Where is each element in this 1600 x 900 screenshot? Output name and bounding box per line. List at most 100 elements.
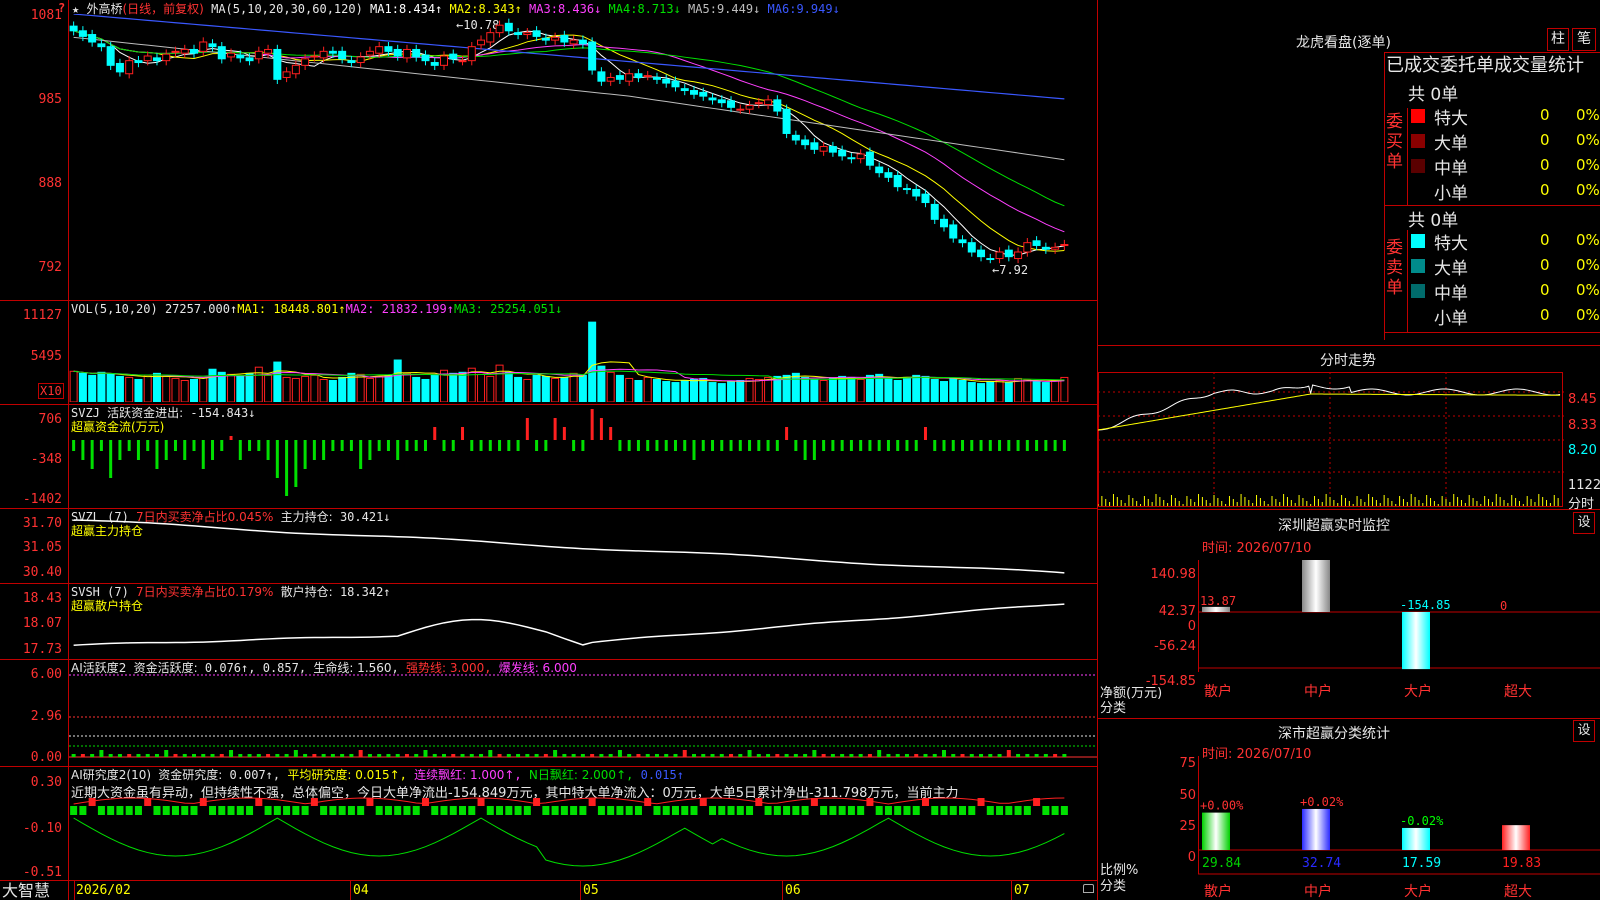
fund-flow-bar <box>109 440 113 478</box>
candle-body <box>569 39 578 45</box>
research-bar <box>746 806 754 815</box>
svsh-ytick: 17.73 <box>22 642 62 657</box>
fund-flow-bar <box>173 440 177 451</box>
fund-flow-bar <box>498 440 502 451</box>
candle-body <box>958 239 967 244</box>
intraday-chart[interactable] <box>1098 372 1564 508</box>
category-label: 分类 <box>1100 701 1127 716</box>
volume-bar <box>162 375 171 402</box>
kline-chart[interactable] <box>69 14 1097 298</box>
fund-flow-bar <box>386 440 390 451</box>
candle-body <box>97 43 106 48</box>
candle-body <box>291 64 300 75</box>
research-bar <box>292 806 300 815</box>
fund-flow-bar <box>822 440 826 451</box>
ai1-chart[interactable] <box>69 661 1097 765</box>
candle-body <box>421 54 430 62</box>
research-bar <box>931 806 939 815</box>
fund-flow-bar <box>164 440 168 460</box>
class-bar <box>1402 827 1430 850</box>
volume-bar <box>791 372 800 402</box>
volume-bar <box>375 375 384 402</box>
volume-bar <box>680 380 689 402</box>
candle-body <box>106 46 115 66</box>
fund-flow-bar <box>738 440 742 451</box>
volume-bar <box>125 376 134 402</box>
vol-ma1-value: 18448.801↑ <box>273 302 346 316</box>
monitor-chart[interactable]: 13.87 散户 140.98 中户 -154.85 大户 0 超大 <box>1198 560 1600 700</box>
legend-swatch <box>1411 234 1425 248</box>
activity-bar <box>895 754 900 757</box>
volume-chart[interactable] <box>69 316 1097 402</box>
candle-body <box>912 188 921 197</box>
class-chart[interactable]: +0.00% 29.84 散户 +0.02% 32.74 中户 -0.02% 17.59 大户 1… <box>1198 756 1600 900</box>
research-bar <box>894 806 902 815</box>
research-bar <box>125 806 133 815</box>
stats-title: 已成交委托单成交量统计 <box>1386 55 1584 76</box>
volume-bar <box>190 378 198 402</box>
candle-body <box>1051 246 1060 250</box>
research-bar <box>468 806 476 815</box>
candle-body <box>634 73 643 78</box>
candle-body <box>440 55 448 66</box>
candle-body <box>810 142 819 150</box>
kline-menu-icon[interactable]: ? <box>58 1 65 15</box>
activity-bar <box>432 754 437 757</box>
activity-bar <box>525 754 530 757</box>
volume-bar <box>430 374 439 402</box>
vol-ytick: 11127 <box>22 308 62 323</box>
research-bar <box>1042 806 1050 815</box>
lock-icon[interactable] <box>1083 884 1094 893</box>
activity-bar <box>682 750 687 757</box>
ai2-chart[interactable] <box>69 768 1097 878</box>
activity-bar <box>71 754 76 757</box>
svzj-chart[interactable] <box>69 406 1097 506</box>
monitor-ytick: -56.24 <box>1154 639 1196 654</box>
monitor-bar-value: 0 <box>1500 599 1507 613</box>
fund-flow-bar <box>136 440 140 460</box>
research-bar <box>542 806 550 815</box>
volume-bar <box>449 372 458 402</box>
volume-bar <box>328 380 337 402</box>
intraday-unit: 分时 <box>1568 497 1595 512</box>
svzl-ytick: 30.40 <box>22 565 62 580</box>
class-ytick: 50 <box>1179 788 1196 803</box>
bar-mode-button[interactable]: 柱 <box>1547 28 1569 51</box>
candle-body <box>208 43 217 48</box>
candle-body <box>245 57 254 62</box>
volume-bar <box>856 378 865 402</box>
fund-flow-bar <box>192 440 196 451</box>
fund-flow-bar <box>859 440 863 451</box>
monitor-settings-button[interactable]: 设 <box>1573 512 1595 534</box>
fund-flow-bar <box>692 440 696 460</box>
pen-mode-button[interactable]: 笔 <box>1572 28 1596 51</box>
activity-bar <box>617 750 622 757</box>
svsh-chart[interactable] <box>69 585 1097 657</box>
fund-flow-bar <box>238 440 242 460</box>
fund-flow-bar <box>146 440 150 451</box>
volume-bar <box>754 378 763 402</box>
candle-body <box>875 166 884 174</box>
candle-body <box>1004 249 1013 258</box>
svzl-chart[interactable] <box>69 510 1097 582</box>
activity-bar <box>127 754 132 757</box>
activity-bar <box>534 754 539 757</box>
activity-bar <box>266 754 271 757</box>
candle-body <box>301 58 310 66</box>
research-bar <box>653 806 661 815</box>
fund-flow-bar <box>711 440 715 451</box>
class-ytick: 25 <box>1179 819 1196 834</box>
tiger-title: 龙虎看盘(逐单) <box>1296 35 1391 51</box>
fund-flow-bar <box>581 440 585 451</box>
research-bar <box>236 806 244 815</box>
volume-bar <box>319 378 328 402</box>
research-bar <box>153 806 161 815</box>
class-settings-button[interactable]: 设 <box>1573 720 1595 742</box>
vol-header: VOL(5,10,20) <box>71 302 158 316</box>
research-avg-line <box>73 797 1065 805</box>
research-bar <box>662 806 670 815</box>
volume-bar <box>921 375 930 402</box>
fund-flow-bar <box>831 440 835 451</box>
research-bar <box>412 806 420 815</box>
ma-line-1 <box>73 30 1065 256</box>
